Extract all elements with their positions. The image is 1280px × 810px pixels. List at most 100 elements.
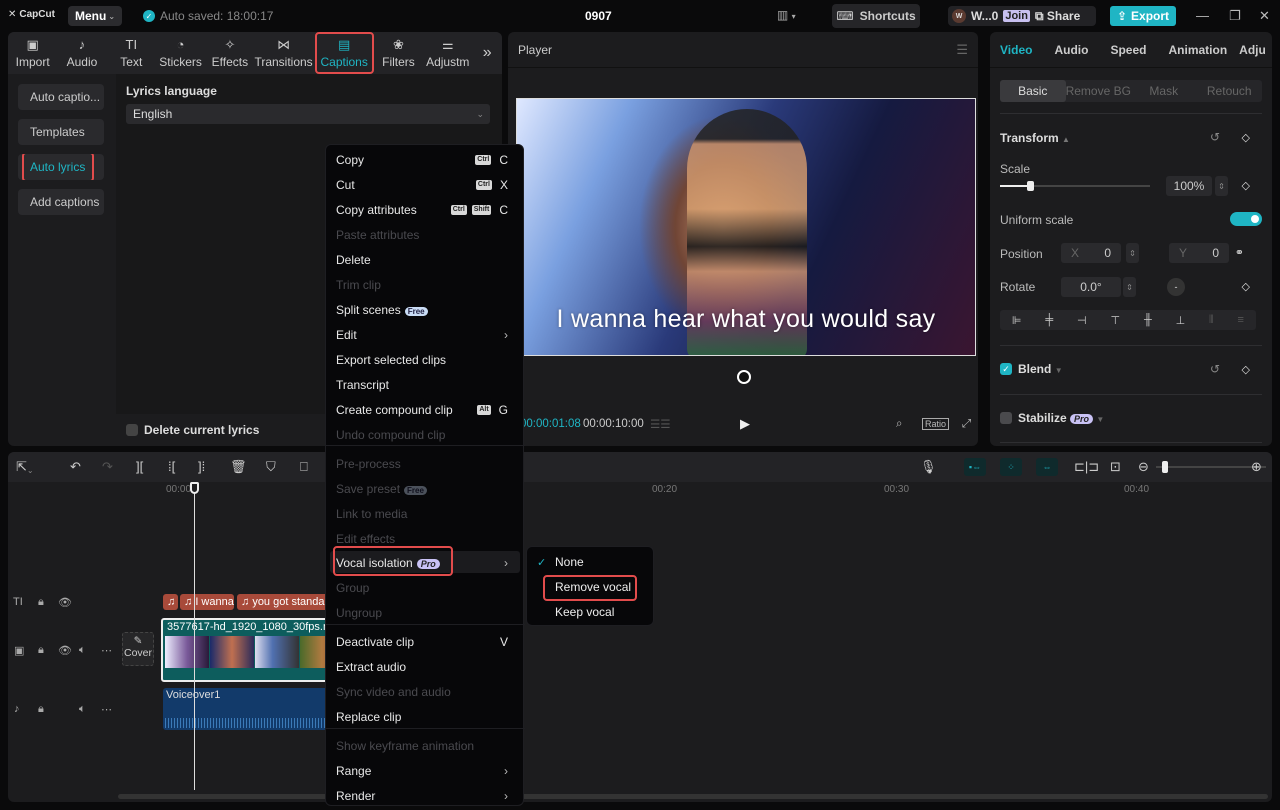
tab-text[interactable]: TI Text xyxy=(107,32,156,74)
nav-auto-captions[interactable]: Auto captio... xyxy=(18,84,104,110)
menu-item-export-selected-clips[interactable]: Export selected clips xyxy=(336,348,516,372)
menu-item-render[interactable]: Render › xyxy=(336,784,516,808)
delete-icon[interactable]: 🗑︎ xyxy=(230,459,247,475)
position-y-input[interactable]: Y0 xyxy=(1169,243,1229,263)
menu-item-copy-attributes[interactable]: Copy attributes Ctrl Shift C xyxy=(336,198,516,222)
blend-title[interactable]: Blend ▼ xyxy=(1018,362,1063,376)
volume-icon[interactable]: 🔈︎ xyxy=(79,703,86,716)
caption-clip[interactable]: ♫ xyxy=(163,594,178,610)
align-bottom-icon[interactable]: ⊥ xyxy=(1176,314,1186,327)
video-clip[interactable]: 3577617-hd_1920_1080_30fps.mp4 xyxy=(161,618,341,682)
join-button[interactable]: Join xyxy=(1003,10,1030,22)
menu-item-split-scenes[interactable]: Split scenes Free xyxy=(336,298,516,322)
scale-slider-knob[interactable] xyxy=(1027,181,1034,191)
split-icon[interactable]: ][ xyxy=(136,459,143,474)
keyframe-icon[interactable]: ◇ xyxy=(1242,280,1250,293)
auto-snap-icon[interactable]: ⁘ xyxy=(1000,458,1022,476)
playhead-handle[interactable] xyxy=(190,482,199,494)
delete-lyrics-checkbox[interactable] xyxy=(126,424,138,436)
volume-icon[interactable]: 🔈︎ xyxy=(79,644,86,657)
audio-clip[interactable]: Voiceover1 xyxy=(163,688,341,730)
reset-icon[interactable]: ↺ xyxy=(1210,362,1220,376)
subtab-remove-bg[interactable]: Remove BG xyxy=(1066,80,1132,102)
zoom-in-icon[interactable]: ⊕ xyxy=(1251,459,1262,475)
minimize-icon[interactable]: — xyxy=(1196,8,1209,23)
align-left-icon[interactable]: ⊫ xyxy=(1012,314,1022,327)
maximize-icon[interactable]: ❐ xyxy=(1229,8,1241,24)
microphone-icon[interactable]: 🎙︎ xyxy=(920,459,937,475)
menu-item-replace-clip[interactable]: Replace clip xyxy=(336,705,516,729)
submenu-item-keep-vocal[interactable]: Keep vocal xyxy=(555,605,614,619)
rotate-stepper[interactable]: ⇕ xyxy=(1123,277,1136,297)
timeline-zoom-slider[interactable] xyxy=(1156,466,1266,468)
caption-clip[interactable]: ♫ I wanna xyxy=(180,594,234,610)
align-right-icon[interactable]: ⊣ xyxy=(1077,314,1087,327)
link-clips-icon[interactable]: ⇔ xyxy=(1036,458,1058,476)
more-icon[interactable]: ⋯ xyxy=(101,644,112,657)
subtab-retouch[interactable]: Retouch xyxy=(1197,80,1263,102)
playhead-line[interactable] xyxy=(194,482,195,790)
align-center-v-icon[interactable]: ╫ xyxy=(1144,314,1152,326)
split-right-icon[interactable]: ]⁞ xyxy=(198,459,205,474)
select-tool-icon[interactable]: ⇱ ⌄ xyxy=(16,459,34,475)
fullscreen-icon[interactable]: ⤢ xyxy=(962,418,971,431)
eye-icon[interactable]: 👁︎ xyxy=(58,644,72,657)
align-top-icon[interactable]: ⊤ xyxy=(1110,314,1120,327)
split-left-icon[interactable]: ⁞[ xyxy=(168,459,175,474)
more-tabs-icon[interactable]: » xyxy=(472,32,502,74)
rotate-input[interactable]: 0.0° xyxy=(1061,277,1121,297)
scale-slider[interactable] xyxy=(1000,181,1150,191)
props-tab-video[interactable]: Video xyxy=(990,43,1044,57)
keyframe-icon[interactable]: ◇ xyxy=(1242,363,1250,376)
keyframe-icon[interactable]: ◇ xyxy=(1242,131,1250,144)
props-tab-adjust[interactable]: Adju xyxy=(1239,43,1269,57)
link-icon[interactable]: ⚭ xyxy=(1235,246,1244,259)
distribute-v-icon[interactable]: ≡ xyxy=(1238,314,1244,326)
lock-icon[interactable]: 🔒︎ xyxy=(38,703,44,716)
keyframe-icon[interactable]: ◇ xyxy=(1242,179,1250,192)
blend-checkbox[interactable]: ✓ xyxy=(1000,363,1012,375)
uniform-scale-toggle[interactable] xyxy=(1230,212,1262,226)
freeze-icon[interactable]: ⎕ xyxy=(300,459,308,475)
transform-title[interactable]: Transform ▲ xyxy=(1000,131,1070,145)
cover-button[interactable]: ✎ Cover xyxy=(122,632,154,666)
tab-filters[interactable]: ❀ Filters xyxy=(374,32,423,74)
lyrics-language-select[interactable]: English ⌄ xyxy=(126,104,490,124)
menu-button[interactable]: Menu ⌄ xyxy=(68,6,122,26)
menu-item-extract-audio[interactable]: Extract audio xyxy=(336,655,516,679)
play-icon[interactable]: ▶ xyxy=(740,416,750,432)
zoom-fit-icon[interactable]: ⌕ xyxy=(896,418,902,431)
nav-add-captions[interactable]: Add captions xyxy=(18,189,104,215)
menu-item-delete[interactable]: Delete xyxy=(336,248,516,272)
rotate-handle[interactable] xyxy=(737,370,751,384)
subtab-basic[interactable]: Basic xyxy=(1000,80,1066,102)
props-tab-audio[interactable]: Audio xyxy=(1044,43,1100,57)
menu-item-cut[interactable]: Cut Ctrl X xyxy=(336,173,516,197)
stabilize-checkbox[interactable] xyxy=(1000,412,1012,424)
timecode-bars-icon[interactable]: ☰☰ xyxy=(650,417,671,431)
menu-item-edit[interactable]: Edit › xyxy=(336,323,516,347)
close-icon[interactable]: ✕ xyxy=(1259,8,1270,24)
caption-overlay[interactable]: I wanna hear what you would say xyxy=(517,305,975,334)
nav-templates[interactable]: Templates xyxy=(18,119,104,145)
reset-icon[interactable]: ↺ xyxy=(1210,130,1220,144)
menu-item-transcript[interactable]: Transcript xyxy=(336,373,516,397)
zoom-fit-timeline-icon[interactable]: ⊡ xyxy=(1110,459,1121,475)
menu-item-range[interactable]: Range › xyxy=(336,759,516,783)
menu-item-deactivate-clip[interactable]: Deactivate clip V xyxy=(336,630,516,654)
menu-item-copy[interactable]: Copy Ctrl C xyxy=(336,148,516,172)
submenu-item-none[interactable]: None xyxy=(555,555,584,569)
position-x-stepper[interactable]: ⇕ xyxy=(1126,243,1139,263)
nav-auto-lyrics[interactable]: Auto lyrics xyxy=(18,154,104,180)
scale-input[interactable]: 100% xyxy=(1166,176,1212,196)
rotate-dial[interactable]: - xyxy=(1167,278,1185,296)
avatar[interactable]: W xyxy=(952,9,966,23)
tab-captions[interactable]: ▤ Captions xyxy=(314,32,374,74)
ratio-button[interactable]: Ratio xyxy=(922,418,950,430)
tab-import[interactable]: ▣ Import xyxy=(8,32,57,74)
menu-item-create-compound-clip[interactable]: Create compound clip Alt G xyxy=(336,398,516,422)
redo-icon[interactable]: ↷ xyxy=(102,459,113,475)
tab-stickers[interactable]: ◔ Stickers xyxy=(156,32,205,74)
distribute-h-icon[interactable]: ⫴ xyxy=(1209,314,1214,327)
user-name[interactable]: W...0 xyxy=(971,9,998,23)
